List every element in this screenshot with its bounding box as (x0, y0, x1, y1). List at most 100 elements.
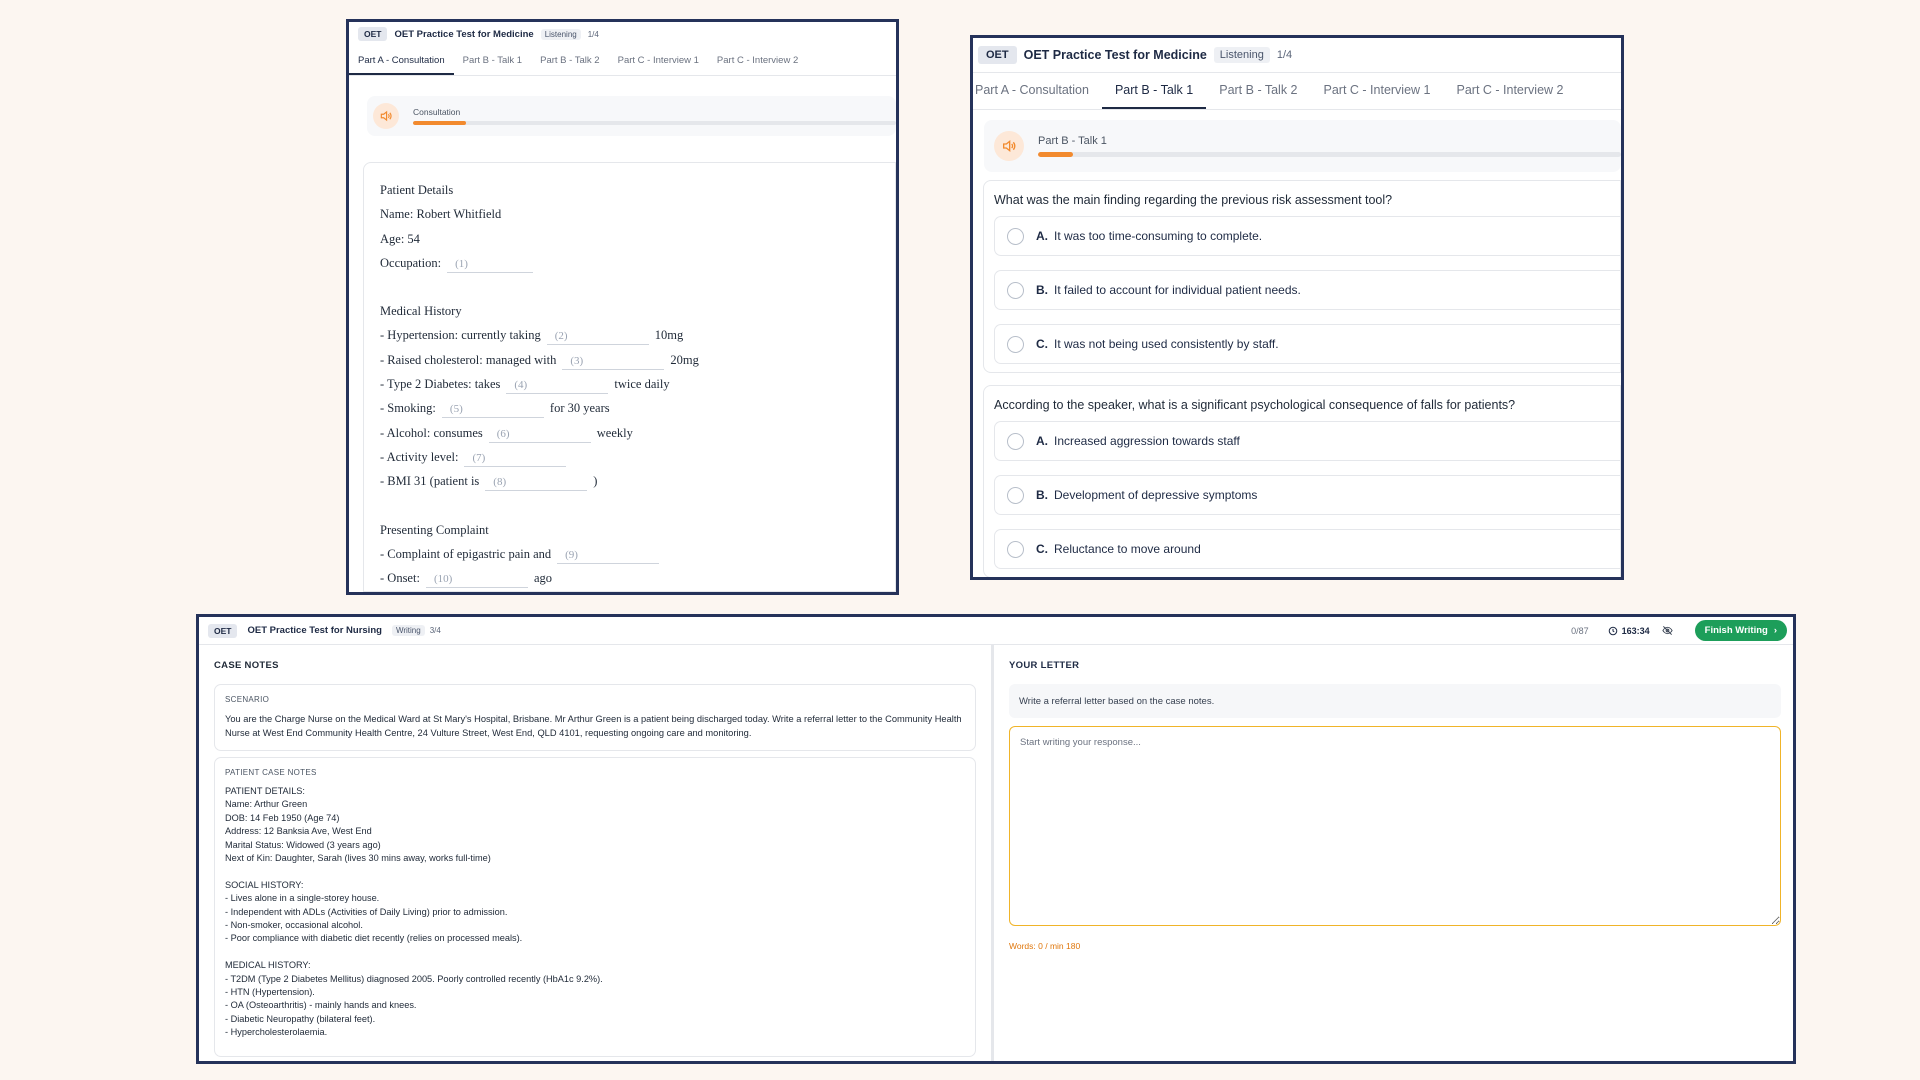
word-count: 0/87 (1571, 625, 1589, 636)
blank-1[interactable]: (1) (447, 258, 534, 273)
option-c[interactable]: C. Reluctance to move around (994, 529, 1620, 569)
header: OET OET Practice Test for Nursing Writin… (199, 617, 1793, 645)
case-note-line: - OA (Osteoarthritis) - mainly hands and… (225, 1000, 417, 1011)
radio-button[interactable] (1007, 335, 1024, 353)
question-card: According to the speaker, what is a sign… (983, 385, 1621, 577)
option-b[interactable]: B. Development of depressive symptoms (994, 475, 1620, 515)
oet-badge: OET (358, 27, 388, 41)
word-counter: Words: 0 / min 180 (1009, 941, 1081, 951)
blank-3[interactable]: (3) (562, 355, 665, 370)
tab-part-b-talk-1[interactable]: Part B - Talk 1 (454, 48, 532, 75)
case-notes-heading: CASE NOTES (214, 660, 279, 671)
blank-6[interactable]: (6) (488, 428, 591, 443)
tab-part-b-talk-1[interactable]: Part B - Talk 1 (1101, 73, 1207, 109)
case-note-line: - Diabetic Neuropathy (bilateral feet). (225, 1013, 376, 1024)
blank-8[interactable]: (8) (485, 476, 588, 492)
oet-badge: OET (208, 623, 238, 638)
case-notes-lines: PATIENT DETAILS: Name: Arthur Green DOB: 1… (225, 785, 965, 1040)
blank-10[interactable]: (10) (425, 573, 528, 589)
option-b[interactable]: B. It failed to account for individual pa… (994, 270, 1620, 310)
history-line-suffix: twice daily (614, 377, 670, 392)
radio-button[interactable] (1007, 281, 1024, 299)
option-letter: C. (1036, 542, 1048, 556)
option-text: It was too time-consuming to complete. (1054, 229, 1263, 243)
header: OET OET Practice Test for Medicine Liste… (349, 22, 896, 46)
speaker-icon[interactable] (994, 131, 1024, 161)
tab-part-a-consultation[interactable]: Part A - Consultation (973, 73, 1102, 109)
history-line-label: - Activity level: (380, 449, 459, 464)
letter-instruction: Write a referral letter based on the cas… (1009, 684, 1781, 718)
case-note-line: Name: Arthur Green (225, 799, 308, 810)
chevron-right-icon: › (1773, 625, 1777, 636)
blank-2[interactable]: (2) (546, 330, 649, 346)
audio-progress-bar[interactable] (413, 121, 896, 125)
patient-name: Name: Robert Whitfield (380, 207, 502, 222)
letter-textarea[interactable] (1009, 726, 1781, 926)
occupation-label: Occupation: (380, 255, 442, 270)
case-note-line: PATIENT DETAILS: (225, 786, 305, 796)
case-note-line: Next of Kin: Daughter, Sarah (lives 30 m… (225, 853, 491, 864)
your-letter-heading: YOUR LETTER (1009, 660, 1080, 671)
option-c[interactable]: C. It was not being used consistently by … (994, 324, 1620, 364)
finish-writing-button[interactable]: Finish Writing › (1694, 620, 1787, 641)
audio-label: Part B - Talk 1 (1038, 135, 1107, 147)
blank-9[interactable]: (9) (557, 549, 660, 564)
finish-writing-label: Finish Writing (1704, 625, 1768, 636)
option-a[interactable]: A. Increased aggression towards staff (994, 421, 1620, 461)
option-a[interactable]: A. It was too time-consuming to complete. (994, 216, 1620, 256)
history-line-label: - Hypertension: currently taking (380, 328, 541, 343)
case-note-line: - T2DM (Type 2 Diabetes Mellitus) diagno… (225, 973, 603, 984)
complaint-line-label: - Complaint of epigastric pain and (380, 546, 552, 561)
tab-part-b-talk-2[interactable]: Part B - Talk 2 (531, 48, 609, 75)
option-letter: A. (1036, 229, 1048, 243)
option-letter: B. (1036, 283, 1048, 297)
blank-4[interactable]: (4) (506, 379, 609, 395)
question-text: According to the speaker, what is a sign… (994, 398, 1516, 412)
history-line-suffix: 10mg (654, 328, 684, 343)
scenario-box: SCENARIO You are the Charge Nurse on the… (214, 684, 976, 751)
medicine-listening-part-b-screenshot: OET OET Practice Test for Medicine Liste… (970, 35, 1624, 580)
history-line-label: - Raised cholesterol: managed with (380, 352, 557, 367)
medicine-listening-part-a-screenshot: OET OET Practice Test for Medicine Liste… (346, 19, 899, 595)
timer: 163:34 (1608, 626, 1650, 636)
option-text: It was not being used consistently by st… (1054, 337, 1279, 351)
radio-button[interactable] (1007, 227, 1024, 245)
timer-value: 163:34 (1621, 625, 1650, 636)
medical-history-heading: Medical History (380, 304, 462, 319)
question-text: What was the main finding regarding the … (994, 193, 1393, 207)
part-tabs: Part A - Consultation Part B - Talk 1 Pa… (349, 48, 896, 76)
tab-part-c-interview-2[interactable]: Part C - Interview 2 (1444, 73, 1577, 109)
radio-button[interactable] (1007, 486, 1024, 504)
option-letter: C. (1036, 337, 1048, 351)
blank-5[interactable]: (5) (441, 403, 544, 419)
speaker-icon[interactable] (373, 103, 399, 129)
patient-age: Age: 54 (380, 231, 420, 246)
oet-badge: OET (978, 46, 1017, 64)
option-text: Reluctance to move around (1054, 542, 1201, 556)
case-note-line: SOCIAL HISTORY: (225, 879, 304, 890)
radio-button[interactable] (1007, 540, 1024, 558)
tab-part-a-consultation[interactable]: Part A - Consultation (349, 48, 454, 75)
case-note-line: - HTN (Hypertension). (225, 987, 315, 998)
patient-case-notes-box: PATIENT CASE NOTES PATIENT DETAILS: Name:… (214, 757, 976, 1057)
history-line-suffix: weekly (596, 425, 633, 440)
option-text: Increased aggression towards staff (1054, 434, 1240, 448)
case-note-line: MEDICAL HISTORY: (225, 960, 311, 971)
option-text: It failed to account for individual pati… (1054, 283, 1301, 297)
history-line-label: - Alcohol: consumes (380, 425, 483, 440)
tab-part-c-interview-1[interactable]: Part C - Interview 1 (609, 48, 708, 75)
radio-button[interactable] (1007, 432, 1024, 450)
blank-7[interactable]: (7) (464, 452, 567, 467)
complaint-line-label: - Onset: (380, 571, 420, 586)
section-count: 1/4 (1276, 49, 1293, 61)
letter-pane: YOUR LETTER Write a referral letter base… (994, 645, 1793, 1061)
eye-off-icon[interactable] (1662, 625, 1673, 636)
case-note-line: - Independent with ADLs (Activities of D… (225, 906, 508, 917)
audio-progress-bar[interactable] (1038, 152, 1621, 157)
tab-part-b-talk-2[interactable]: Part B - Talk 2 (1206, 73, 1310, 109)
audio-player: Consultation (367, 96, 896, 136)
tab-part-c-interview-2[interactable]: Part C - Interview 2 (708, 48, 807, 75)
tab-part-c-interview-1[interactable]: Part C - Interview 1 (1311, 73, 1444, 109)
nursing-writing-screenshot: OET OET Practice Test for Nursing Writin… (196, 614, 1796, 1064)
question-card: What was the main finding regarding the … (983, 180, 1621, 373)
